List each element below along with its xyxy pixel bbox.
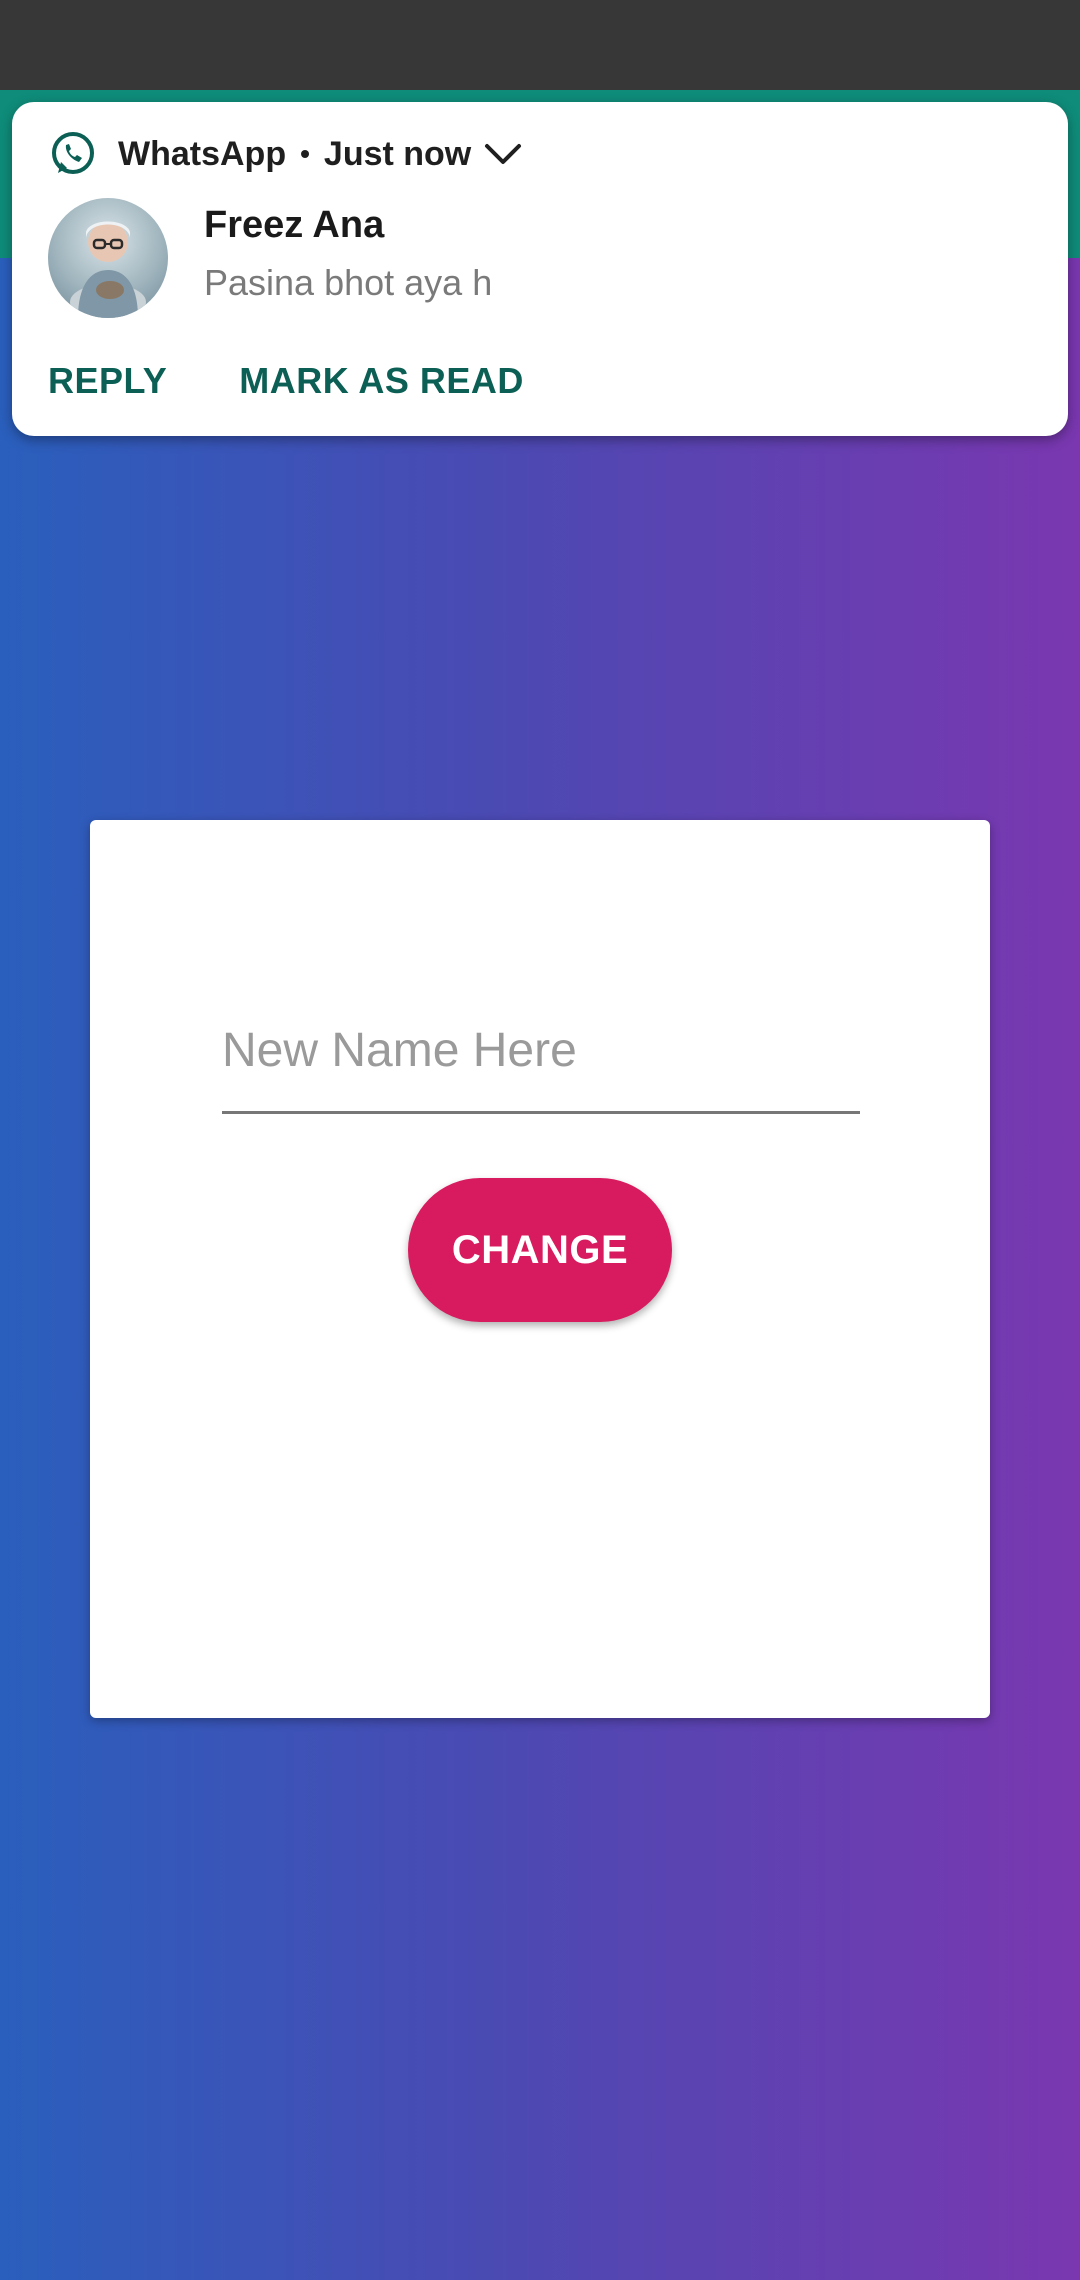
sender-avatar — [48, 198, 168, 318]
change-button[interactable]: CHANGE — [408, 1178, 672, 1322]
notification-card[interactable]: WhatsApp • Just now Freez Ana Pasina bho… — [12, 102, 1068, 436]
whatsapp-icon — [48, 129, 98, 179]
reply-button[interactable]: REPLY — [48, 360, 167, 402]
notification-sender: Freez Ana — [204, 204, 385, 246]
notification-actions: REPLY MARK AS READ — [48, 354, 524, 408]
notification-time: Just now — [323, 134, 472, 173]
notification-message: Pasina bhot aya h — [204, 262, 493, 303]
new-name-input[interactable] — [222, 1010, 860, 1114]
rename-card: CHANGE — [90, 820, 990, 1718]
chevron-down-icon[interactable] — [483, 134, 523, 174]
mark-as-read-button[interactable]: MARK AS READ — [239, 360, 524, 402]
notification-app-name: WhatsApp — [118, 134, 287, 173]
status-bar — [0, 0, 1080, 90]
notification-header: WhatsApp • Just now — [48, 126, 523, 182]
notification-separator: • — [300, 138, 310, 169]
